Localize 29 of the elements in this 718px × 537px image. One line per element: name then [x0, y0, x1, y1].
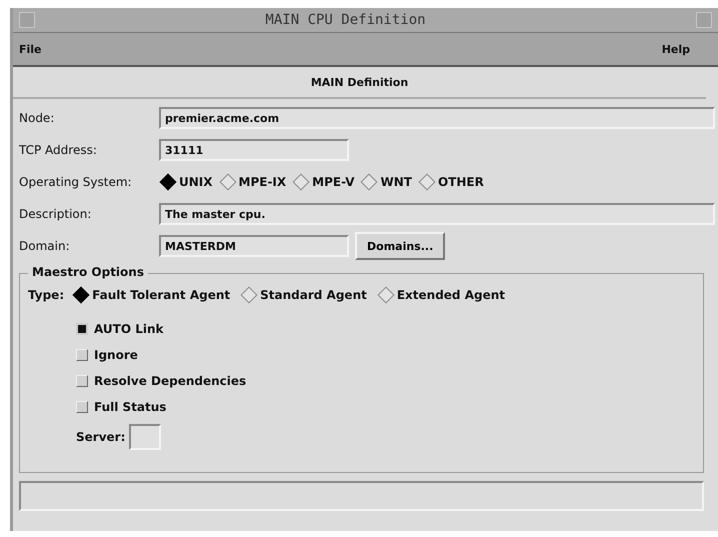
- header-title: MAIN Definition: [310, 76, 408, 88]
- radio-option[interactable]: Fault Tolerant Agent: [72, 288, 230, 302]
- checkbox-option[interactable]: Full Status: [76, 398, 697, 416]
- field-label: Node:: [19, 111, 56, 125]
- checkbox-option[interactable]: Resolve Dependencies: [76, 372, 697, 390]
- input-field[interactable]: The master cpu.: [159, 203, 715, 225]
- radio-option[interactable]: MPE-IX: [218, 175, 286, 189]
- group-title: Maestro Options: [28, 265, 148, 279]
- field-label: Type:: [28, 288, 64, 302]
- radio-option[interactable]: OTHER: [418, 175, 484, 189]
- field-label: Server:: [76, 430, 126, 444]
- input-field[interactable]: 31111: [159, 139, 349, 161]
- field-label: Description:: [19, 207, 92, 221]
- radio-option[interactable]: Extended Agent: [376, 288, 505, 302]
- field-label: Domain:: [19, 239, 71, 253]
- menu-item[interactable]: File: [19, 42, 42, 56]
- domains-button[interactable]: Domains...: [355, 232, 446, 260]
- window-title: MAIN CPU Definition: [265, 12, 426, 28]
- checkbox-option[interactable]: Ignore: [76, 346, 697, 364]
- radio-option[interactable]: Standard Agent: [240, 288, 367, 302]
- field-label: Operating System:: [19, 175, 133, 189]
- checkbox-option[interactable]: AUTO Link: [76, 320, 697, 338]
- field-label: TCP Address:: [19, 143, 98, 157]
- menu-item[interactable]: Help: [662, 42, 690, 56]
- radio-option[interactable]: MPE-V: [292, 175, 354, 189]
- radio-option[interactable]: WNT: [360, 175, 412, 189]
- radio-option[interactable]: UNIX: [159, 175, 213, 189]
- input-field[interactable]: MASTERDM: [159, 235, 349, 257]
- input-field[interactable]: premier.acme.com: [159, 107, 715, 129]
